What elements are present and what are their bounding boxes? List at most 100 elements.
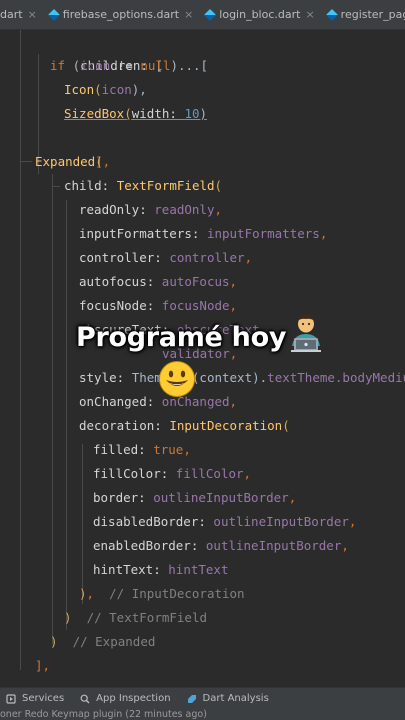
dart-icon — [187, 694, 196, 703]
services-icon — [6, 693, 16, 704]
code-line: ], — [50, 126, 110, 169]
code-token: readOnly: — [79, 202, 155, 217]
code-token: fillColor — [175, 466, 244, 481]
code-token: enabledBorder: — [93, 538, 206, 553]
code-token: readOnly — [154, 202, 215, 217]
code-token: null — [140, 58, 171, 73]
smiley-emoji-icon — [159, 361, 195, 397]
indent-guide — [52, 174, 53, 644]
code-token: Icon — [64, 82, 95, 97]
close-icon[interactable]: × — [28, 8, 37, 21]
tab-firebase-options[interactable]: firebase_options.dart × — [43, 0, 200, 29]
code-token: ) — [50, 634, 58, 649]
code-token: child: — [64, 178, 117, 193]
code-token: , — [86, 586, 95, 601]
tab-label: dart — [0, 8, 23, 21]
code-token: if — [50, 58, 66, 73]
code-token: ( — [95, 154, 103, 169]
indent-guide — [20, 30, 21, 670]
code-token: style: — [79, 370, 132, 385]
code-comment: // Expanded — [57, 634, 156, 649]
code-line: hintText: hintText — [93, 558, 228, 582]
code-line: SizedBox(width: 10) — [64, 102, 207, 126]
code-line: ) // TextFormField — [64, 606, 207, 630]
services-label: Services — [22, 693, 65, 704]
tab-dart[interactable]: dart × — [0, 0, 43, 29]
code-editor[interactable]: children: [ if (icon != null)...[ Icon(i… — [0, 30, 405, 687]
editor-tab-bar: dart × firebase_options.dart × login_blo… — [0, 0, 405, 30]
code-token: textTheme.bodyMedium — [267, 370, 405, 385]
code-token: , — [183, 442, 191, 457]
code-token: , — [229, 394, 238, 409]
code-line: child: TextFormField( — [64, 174, 222, 198]
app-inspection-button[interactable]: App Inspection — [80, 693, 171, 704]
code-token: filled: — [93, 442, 154, 457]
code-token: outlineInputBorder — [153, 490, 289, 505]
code-token: hintText — [168, 562, 229, 577]
close-icon[interactable]: × — [305, 8, 314, 21]
code-line: Icon(icon), — [64, 78, 147, 102]
code-token: onChanged: — [79, 394, 162, 409]
code-token: hintText: — [93, 562, 169, 577]
code-token: icon — [80, 58, 111, 73]
dart-file-icon — [47, 8, 60, 21]
code-line: enabledBorder: outlineInputBorder, — [93, 534, 349, 558]
code-line: border: outlineInputBorder, — [93, 486, 296, 510]
code-line: decoration: InputDecoration( — [79, 414, 290, 438]
code-token: controller: — [79, 250, 170, 265]
code-token: , — [348, 514, 357, 529]
technologist-emoji-icon — [291, 314, 321, 352]
code-token: , — [229, 298, 238, 313]
services-button[interactable]: Services — [6, 693, 64, 704]
code-line: ], — [35, 654, 50, 678]
code-token: 10 — [184, 106, 200, 121]
dart-file-icon — [325, 8, 338, 21]
code-line: focusNode: focusNode, — [79, 294, 237, 318]
code-token: ) — [79, 586, 87, 601]
tab-register-page[interactable]: register_page.dart — [321, 0, 405, 29]
video-caption: Programé hoy — [76, 322, 287, 353]
indent-guide — [82, 444, 83, 604]
code-token: inputFormatters — [206, 226, 320, 241]
code-token: icon — [101, 82, 132, 97]
code-token: focusNode: — [79, 298, 162, 313]
code-token: width: — [131, 106, 185, 121]
code-token: , — [229, 274, 238, 289]
code-token: Expanded — [35, 154, 96, 169]
code-line: fillColor: fillColor, — [93, 462, 251, 486]
app-inspection-label: App Inspection — [96, 693, 171, 704]
code-line: ), // InputDecoration — [79, 582, 245, 606]
code-token: , — [288, 490, 297, 505]
code-line: filled: true, — [93, 438, 191, 462]
code-token: border: — [93, 490, 154, 505]
code-token: , — [341, 538, 349, 553]
code-line: controller: controller, — [79, 246, 252, 270]
code-token: InputDecoration — [169, 418, 283, 433]
code-comment: // TextFormField — [71, 610, 207, 625]
tab-login-bloc[interactable]: login_bloc.dart × — [199, 0, 320, 29]
code-token: ], — [35, 658, 51, 673]
code-token: ), — [131, 82, 147, 97]
code-token: ( — [124, 106, 132, 121]
close-icon[interactable]: × — [184, 8, 193, 21]
code-token: true — [153, 442, 184, 457]
dart-analysis-button[interactable]: Dart Analysis — [187, 693, 269, 704]
dart-file-icon — [204, 8, 217, 21]
code-token: focusNode — [161, 298, 230, 313]
code-token: outlineInputBorder — [205, 538, 342, 553]
code-token: ( — [65, 58, 81, 73]
code-token: ( — [282, 418, 290, 433]
code-token: ) — [64, 610, 72, 625]
code-line: readOnly: readOnly, — [79, 198, 222, 222]
code-token: , — [244, 250, 253, 265]
code-token: ( — [214, 178, 223, 193]
code-comment: // InputDecoration — [94, 586, 245, 601]
code-token: decoration: — [79, 418, 170, 433]
code-token: , — [214, 202, 223, 217]
code-token: SizedBox — [64, 106, 125, 121]
code-token: disabledBorder: — [93, 514, 214, 529]
code-token: controller — [169, 250, 245, 265]
inspection-icon — [80, 694, 90, 703]
code-token: != — [110, 58, 141, 73]
tool-window-bar: Services App Inspection Dart Analysis — [0, 687, 405, 709]
